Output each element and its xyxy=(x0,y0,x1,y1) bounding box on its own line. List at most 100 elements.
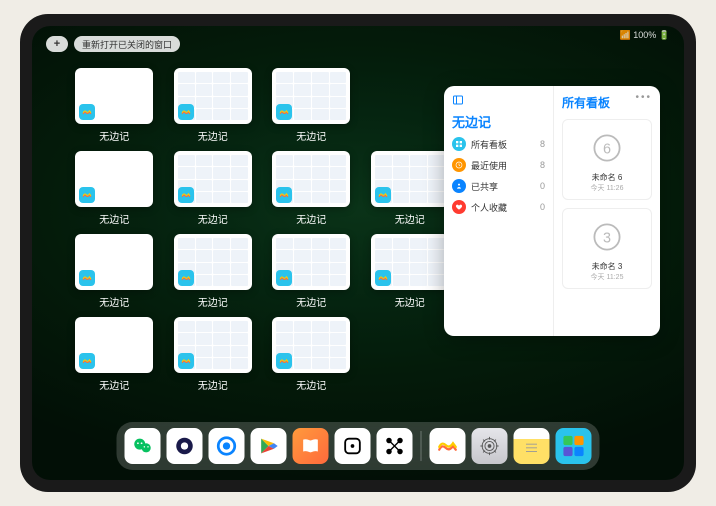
board-item[interactable]: 6 未命名 6今天 11:26 xyxy=(562,119,652,200)
freeform-app-icon xyxy=(276,270,292,286)
boards-list: 6 未命名 6今天 11:26 3 未命名 3今天 11:25 xyxy=(562,119,652,289)
svg-text:6: 6 xyxy=(603,141,611,157)
app-thumbnail xyxy=(174,317,252,373)
dock-notes-icon[interactable] xyxy=(514,428,550,464)
app-card-label: 无边记 xyxy=(99,294,129,309)
app-card[interactable]: 无边记 xyxy=(72,151,157,226)
app-thumbnail xyxy=(371,234,449,290)
dock-nodes-icon[interactable] xyxy=(377,428,413,464)
app-thumbnail xyxy=(75,151,153,207)
app-card-label: 无边记 xyxy=(99,128,129,143)
freeform-app-icon xyxy=(178,104,194,120)
app-card[interactable]: 无边记 xyxy=(171,151,256,226)
app-card-label: 无边记 xyxy=(198,377,228,392)
ipad-frame: 📶 100% 🔋 + 重新打开已关闭的窗口 无边记无边记无边记无边记无边记无边记… xyxy=(20,14,696,492)
freeform-app-icon xyxy=(276,187,292,203)
sidebar-toggle-icon[interactable] xyxy=(452,94,464,106)
sidebar-item[interactable]: 所有看板8 xyxy=(452,137,545,151)
app-card-label: 无边记 xyxy=(198,211,228,226)
app-thumbnail xyxy=(272,151,350,207)
app-thumbnail xyxy=(371,151,449,207)
app-card[interactable]: 无边记 xyxy=(368,234,453,309)
app-card[interactable]: 无边记 xyxy=(171,317,256,392)
app-card[interactable]: 无边记 xyxy=(72,68,157,143)
app-thumbnail xyxy=(272,317,350,373)
share-icon xyxy=(452,179,466,193)
dock-settings-icon[interactable] xyxy=(472,428,508,464)
dock-qqbrowser-icon[interactable] xyxy=(209,428,245,464)
app-card[interactable]: 无边记 xyxy=(269,317,354,392)
svg-text:3: 3 xyxy=(603,230,611,246)
app-thumbnail xyxy=(272,234,350,290)
freeform-app-icon xyxy=(178,187,194,203)
dock-wechat-icon[interactable] xyxy=(125,428,161,464)
panel-content: ••• 所有看板 6未命名 6今天 11:263未命名 3今天 11:25 xyxy=(554,86,660,336)
panel-sidebar: 无边记 所有看板8最近使用8已共享0个人收藏0 xyxy=(444,86,554,336)
app-card-label: 无边记 xyxy=(395,294,425,309)
dock-quark-icon[interactable] xyxy=(167,428,203,464)
dock-books-icon[interactable] xyxy=(293,428,329,464)
panel-title: 无边记 xyxy=(452,112,545,131)
app-thumbnail xyxy=(75,68,153,124)
sidebar-item-count: 0 xyxy=(540,202,545,212)
freeform-app-icon xyxy=(375,187,391,203)
freeform-app-icon xyxy=(79,353,95,369)
reopen-closed-window-button[interactable]: 重新打开已关闭的窗口 xyxy=(74,36,180,52)
app-thumbnail xyxy=(174,234,252,290)
board-date: 今天 11:25 xyxy=(569,272,645,282)
heart-icon xyxy=(452,200,466,214)
app-card[interactable]: 无边记 xyxy=(171,234,256,309)
freeform-app-icon xyxy=(79,270,95,286)
app-card-label: 无边记 xyxy=(99,211,129,226)
app-card[interactable]: 无边记 xyxy=(72,317,157,392)
more-options-button[interactable]: ••• xyxy=(635,92,652,103)
panel-nav-list: 所有看板8最近使用8已共享0个人收藏0 xyxy=(452,137,545,214)
panel-header xyxy=(452,94,545,106)
freeform-panel: 无边记 所有看板8最近使用8已共享0个人收藏0 ••• 所有看板 6未命名 6今… xyxy=(444,86,660,336)
dock-play-icon[interactable] xyxy=(251,428,287,464)
board-date: 今天 11:26 xyxy=(569,183,645,193)
grid-icon xyxy=(452,137,466,151)
freeform-app-icon xyxy=(79,187,95,203)
app-card-label: 无边记 xyxy=(296,377,326,392)
app-card-label: 无边记 xyxy=(296,128,326,143)
sidebar-item-count: 0 xyxy=(540,181,545,191)
app-card-label: 无边记 xyxy=(395,211,425,226)
app-card[interactable]: 无边记 xyxy=(269,151,354,226)
freeform-app-icon xyxy=(79,104,95,120)
freeform-app-icon xyxy=(276,104,292,120)
app-card[interactable]: 无边记 xyxy=(269,68,354,143)
top-bar: + 重新打开已关闭的窗口 xyxy=(46,36,180,52)
app-card[interactable]: 无边记 xyxy=(171,68,256,143)
app-card[interactable]: 无边记 xyxy=(368,151,453,226)
freeform-app-icon xyxy=(178,270,194,286)
app-thumbnail xyxy=(174,151,252,207)
sidebar-item[interactable]: 个人收藏0 xyxy=(452,200,545,214)
app-card[interactable]: 无边记 xyxy=(72,234,157,309)
board-name: 未命名 6 xyxy=(569,172,645,183)
sidebar-item[interactable]: 已共享 0 xyxy=(452,179,545,193)
new-tab-button[interactable]: + xyxy=(46,36,68,52)
sidebar-item-count: 8 xyxy=(540,160,545,170)
app-card-label: 无边记 xyxy=(198,128,228,143)
app-thumbnail xyxy=(174,68,252,124)
freeform-app-icon xyxy=(375,270,391,286)
board-preview: 3 xyxy=(569,215,645,259)
board-item[interactable]: 3 未命名 3今天 11:25 xyxy=(562,208,652,289)
dock-freeform-icon[interactable] xyxy=(430,428,466,464)
app-thumbnail xyxy=(272,68,350,124)
app-card-label: 无边记 xyxy=(99,377,129,392)
board-preview: 6 xyxy=(569,126,645,170)
board-name: 未命名 3 xyxy=(569,261,645,272)
dock xyxy=(117,422,600,470)
sidebar-item[interactable]: 最近使用8 xyxy=(452,158,545,172)
sidebar-item-label: 所有看板 xyxy=(471,138,535,151)
dock-dice-icon[interactable] xyxy=(335,428,371,464)
app-switcher-grid: 无边记无边记无边记无边记无边记无边记无边记无边记无边记无边记无边记无边记无边记无… xyxy=(72,68,452,392)
screen: 📶 100% 🔋 + 重新打开已关闭的窗口 无边记无边记无边记无边记无边记无边记… xyxy=(32,26,684,480)
freeform-app-icon xyxy=(178,353,194,369)
dock-folder-icon[interactable] xyxy=(556,428,592,464)
sidebar-item-label: 已共享 xyxy=(471,180,535,193)
app-card[interactable]: 无边记 xyxy=(269,234,354,309)
app-card-label: 无边记 xyxy=(198,294,228,309)
